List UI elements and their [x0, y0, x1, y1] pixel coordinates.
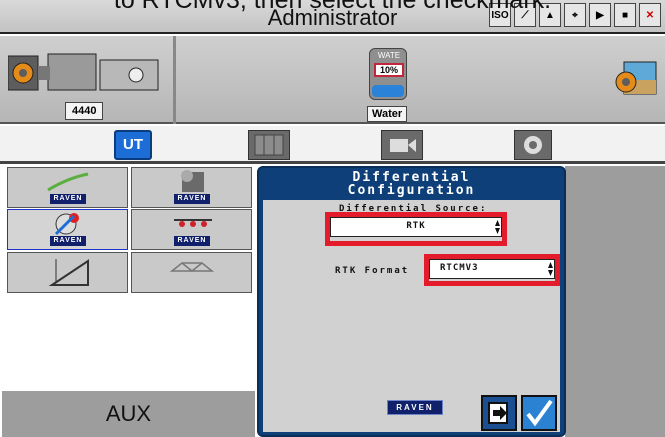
raven-logo: RAVEN	[50, 236, 86, 246]
valve-icon	[181, 170, 204, 192]
tile-gps-settings[interactable]: RAVEN	[7, 209, 128, 250]
product-label: Water	[367, 106, 408, 122]
tank-name: WATE	[377, 51, 401, 60]
machine-bar-divider	[173, 36, 176, 124]
tank-liquid	[372, 85, 404, 97]
boom-truss-icon	[169, 262, 215, 272]
checkmark-icon	[526, 399, 553, 427]
gear-icon	[524, 136, 542, 154]
differential-source-select[interactable]: RTK	[330, 217, 502, 237]
rtk-format-label: RTK Format	[335, 266, 410, 276]
checkmark-button[interactable]	[521, 395, 557, 431]
gps-settings-icon	[54, 213, 79, 236]
exit-button[interactable]	[481, 395, 517, 431]
tile-rate-control[interactable]: RAVEN	[131, 167, 252, 208]
dialog-title-line-2: Configuration	[347, 183, 476, 198]
tab-camera[interactable]	[381, 130, 423, 160]
spin-arrows-icon	[495, 220, 500, 234]
tab-map[interactable]	[248, 130, 290, 160]
tank-level: 10%	[374, 63, 404, 77]
tile-boom-truss[interactable]	[131, 252, 252, 293]
rtk-format-value: RTCMV3	[440, 263, 479, 273]
raven-brand-logo: RAVEN	[387, 400, 443, 415]
map-icon	[254, 134, 284, 156]
field-computer-icon	[47, 172, 89, 192]
tile-boom-height[interactable]	[7, 252, 128, 293]
raven-logo: RAVEN	[174, 236, 210, 246]
tank-icon[interactable]: WATE 10%	[369, 48, 407, 100]
aux-button[interactable]: AUX	[2, 391, 255, 437]
differential-config-dialog: Differential Configuration Differential …	[257, 166, 566, 437]
rtk-format-select[interactable]: RTCMV3	[429, 259, 555, 279]
field-settings-icon[interactable]	[614, 58, 660, 98]
tab-bar: UT	[0, 126, 665, 164]
right-panel	[565, 166, 665, 437]
raven-logo: RAVEN	[174, 194, 210, 204]
tile-field-computer[interactable]: RAVEN	[7, 167, 128, 208]
boom-nozzle-icon	[174, 219, 212, 227]
instruction-caption: to RTCMv3, then select the checkmark.	[0, 0, 665, 12]
boom-height-icon	[48, 259, 89, 286]
differential-source-value: RTK	[406, 221, 426, 231]
tractor-settings-icon[interactable]	[8, 46, 168, 98]
unit-label: 4440	[65, 102, 104, 120]
raven-logo: RAVEN	[50, 194, 86, 204]
tab-ut[interactable]: UT	[114, 130, 152, 160]
tab-settings[interactable]	[514, 130, 552, 160]
tile-boom-sections[interactable]: RAVEN	[131, 209, 252, 250]
exit-icon	[488, 402, 508, 424]
machine-bar: 4440 WATE 10% Water	[0, 36, 665, 124]
video-camera-icon	[390, 139, 416, 152]
spin-arrows-icon	[548, 262, 553, 276]
